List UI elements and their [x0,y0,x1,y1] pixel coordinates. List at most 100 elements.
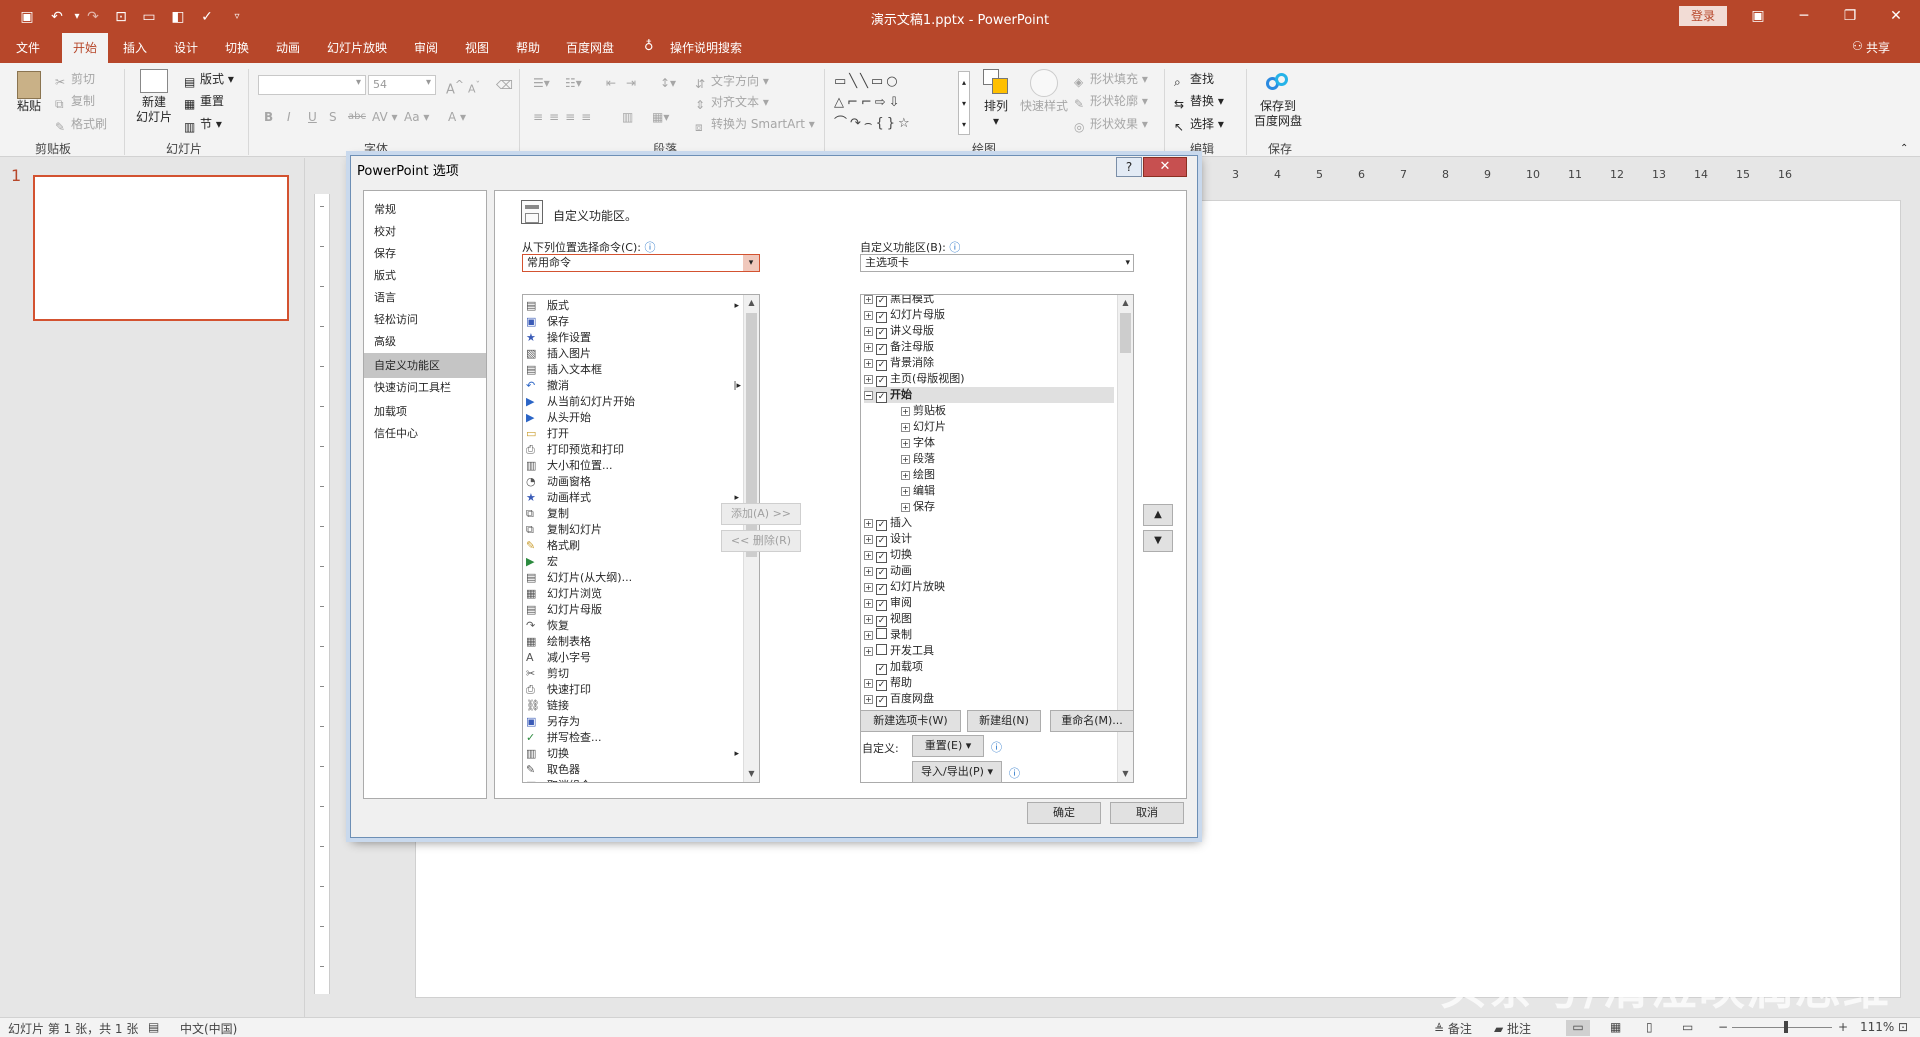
expand-icon[interactable]: + [864,551,873,560]
scroll-down-icon[interactable]: ▼ [744,766,759,782]
collapse-icon[interactable]: − [864,391,873,400]
command-item[interactable]: ▤ 幻灯片(从大纲)... [523,570,743,586]
command-item[interactable]: ▣ 另存为 [523,714,743,730]
expand-icon[interactable]: + [864,631,873,640]
choose-commands-dropdown[interactable]: 常用命令 ▾ [522,254,760,272]
nav-item-8[interactable]: 快速访问工具栏 [364,375,486,400]
shapes-gallery-scroll[interactable]: ▴ ▾ ▾ [958,71,970,135]
checkbox[interactable]: ✓ [876,344,887,355]
ribbon-tree-item[interactable]: + ✓ 百度网盘 [864,691,1114,707]
expand-icon[interactable]: + [864,615,873,624]
cancel-button[interactable]: 取消 [1110,802,1184,824]
command-item[interactable]: ↷ 恢复 [523,618,743,634]
command-item[interactable]: ▶ 从当前幻灯片开始 [523,394,743,410]
add-button[interactable]: 添加(A) >> [721,503,801,525]
tab-design[interactable]: 设计 [174,39,198,57]
ribbon-tree-item[interactable]: + 编辑 [901,483,1111,499]
zoom-out-icon[interactable]: − [1718,1020,1728,1034]
paste-button[interactable]: 粘贴 [14,71,44,114]
ribbon-tree-item[interactable]: + 剪贴板 [901,403,1111,419]
command-item[interactable]: ↶ 撤消 |▸ [523,378,743,394]
command-item[interactable]: ▤ 幻灯片母版 [523,602,743,618]
shape-effects-button[interactable]: ◎ 形状效果 ▾ [1074,116,1148,134]
command-item[interactable]: ⧉ 复制 [523,506,743,522]
spelling-icon[interactable]: ✓ [198,8,216,26]
new-tab-button[interactable]: 新建选项卡(W) [860,710,961,732]
comments-button[interactable]: ▰ 批注 [1494,1020,1531,1037]
tab-slideshow[interactable]: 幻灯片放映 [327,39,387,57]
minimize-icon[interactable]: ─ [1781,4,1827,28]
zoom-level[interactable]: 111% [1860,1020,1894,1034]
shapes-gallery[interactable]: ▭╲╲▭○ △⌐⌐⇨⇩ ⌒↷⌢{}☆ [834,71,974,135]
command-item[interactable]: ▦ 幻灯片浏览 [523,586,743,602]
section-button[interactable]: ▥ 节 ▾ [184,116,222,134]
font-name-combo[interactable]: ▾ [258,75,366,95]
expand-icon[interactable]: + [864,599,873,608]
zoom-slider[interactable] [1732,1027,1832,1028]
share-button[interactable]: 共享 [1866,39,1890,57]
move-down-button[interactable]: ▼ [1143,530,1173,552]
spelling-status-icon[interactable]: ▤ [148,1020,159,1034]
scroll-up-icon[interactable]: ▲ [1118,295,1133,311]
command-item[interactable]: ▶ 宏 [523,554,743,570]
italic-button[interactable]: I [287,109,291,125]
ribbon-tree-item[interactable]: + ✓ 动画 [864,563,1114,579]
command-item[interactable]: ▣ 保存 [523,314,743,330]
ribbon-tree-item[interactable]: + 保存 [901,499,1111,515]
move-up-button[interactable]: ▲ [1143,504,1173,526]
command-item[interactable]: ▭ 打开 [523,426,743,442]
checkbox[interactable]: ✓ [876,536,887,547]
zoom-slider-thumb[interactable] [1784,1021,1788,1033]
checkbox[interactable]: ✓ [876,296,887,307]
convert-smartart-button[interactable]: ⧈ 转换为 SmartArt ▾ [695,116,815,134]
replace-button[interactable]: ⇆ 替换 ▾ [1174,93,1224,111]
tell-me-search[interactable]: 操作说明搜索 [670,39,742,57]
customize-qat-icon[interactable]: ▿ [228,8,246,26]
clear-formatting-icon[interactable]: ⌫ [496,77,513,93]
bullets-icon[interactable]: ☰▾ [533,75,550,91]
checkbox[interactable] [876,644,887,655]
shrink-font-button[interactable]: Aˇ [468,78,480,98]
command-item[interactable]: ▧ 插入图片 [523,346,743,362]
bold-button[interactable]: B [264,109,273,125]
decrease-indent-icon[interactable]: ⇤ [606,75,616,91]
text-direction-button[interactable]: ⇵ 文字方向 ▾ [695,73,769,91]
expand-icon[interactable]: + [864,295,873,304]
expand-icon[interactable]: + [864,375,873,384]
language-status[interactable]: 中文(中国) [180,1020,237,1037]
ribbon-tree-item[interactable]: + 录制 [864,627,1114,643]
checkbox[interactable]: ✓ [876,680,887,691]
command-item[interactable]: ▦ 取消组合 [523,778,743,782]
save-to-baidu-button[interactable]: 保存到 百度网盘 [1252,71,1304,129]
ribbon-tree-item[interactable]: + ✓ 审阅 [864,595,1114,611]
new-slide-qat-icon[interactable]: ◧ [169,8,187,26]
tab-file[interactable]: 文件 [16,39,40,57]
command-item[interactable]: A 减小字号 [523,650,743,666]
command-item[interactable]: ▶ 从头开始 [523,410,743,426]
numbering-icon[interactable]: ☷▾ [565,75,582,91]
remove-button[interactable]: << 删除(R) [721,530,801,552]
checkbox[interactable]: ✓ [876,584,887,595]
zoom-in-icon[interactable]: + [1838,1020,1848,1034]
checkbox[interactable]: ✓ [876,392,887,403]
new-slide-button[interactable]: 新建 幻灯片 [132,69,176,125]
expand-icon[interactable]: + [901,455,910,464]
shape-outline-button[interactable]: ✎ 形状轮廓 ▾ [1074,93,1148,111]
align-buttons[interactable]: ≡≡≡≡ [533,109,597,125]
command-item[interactable]: ⧉ 复制幻灯片 [523,522,743,538]
checkbox[interactable]: ✓ [876,312,887,323]
arrange-button[interactable]: 排列 ▾ [978,69,1014,129]
ribbon-tree-item[interactable]: + ✓ 背景消除 [864,355,1114,371]
command-item[interactable]: ✎ 取色器 [523,762,743,778]
help-button[interactable]: ? [1116,157,1142,177]
ribbon-tree-item[interactable]: + ✓ 切换 [864,547,1114,563]
grow-font-button[interactable]: A^ [446,77,464,98]
underline-button[interactable]: U [308,109,317,125]
tab-home[interactable]: 开始 [62,33,109,63]
expand-icon[interactable]: + [901,407,910,416]
layout-button[interactable]: ▤ 版式 ▾ [184,71,234,89]
nav-item-6[interactable]: 高级 [364,329,486,354]
ribbon-tree-item[interactable]: + ✓ 幻灯片母版 [864,307,1114,323]
cut-button[interactable]: ✂ 剪切 [55,71,95,89]
font-size-combo[interactable]: 54 ▾ [368,75,436,95]
